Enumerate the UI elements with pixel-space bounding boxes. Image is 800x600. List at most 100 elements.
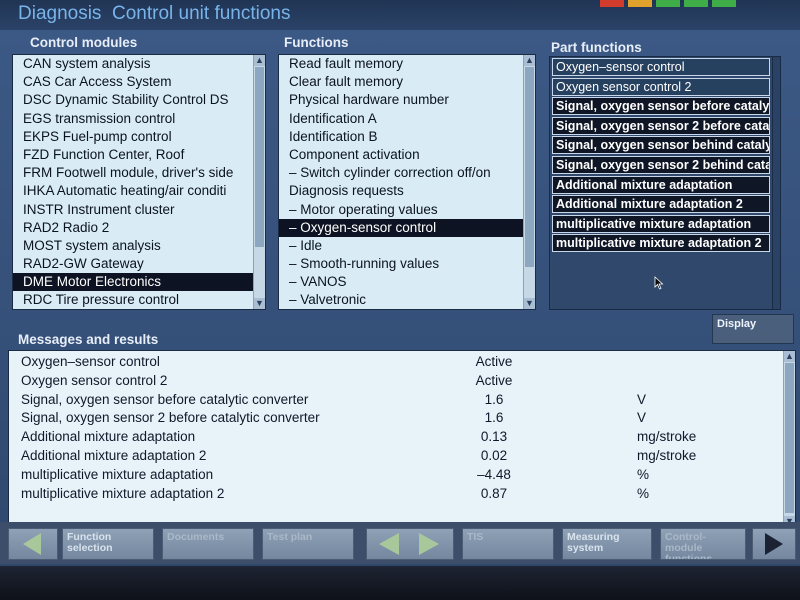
functions-list[interactable]: Read fault memory Clear fault memory Physi… [278,54,536,310]
list-item[interactable]: – Idle [279,237,523,255]
result-row: Signal, oxygen sensor 2 before catalytic… [9,408,779,427]
result-value: 0.87 [480,485,508,501]
forward-button[interactable] [752,528,796,560]
result-name: multiplicative mixture adaptation 2 [21,485,225,501]
screen-title: Diagnosis Control unit functions [18,3,291,25]
part-functions-items: Oxygen–sensor control Oxygen sensor contr… [550,57,772,309]
part-functions-label: Part functions [551,40,642,55]
list-item[interactable]: CAS Car Access System [13,73,253,91]
scroll-thumb[interactable] [525,67,534,267]
result-name: multiplicative mixture adaptation [21,466,214,482]
control-modules-label: Control modules [30,35,138,50]
list-item[interactable]: DME Motor Electronics [13,273,253,292]
result-row: Oxygen–sensor control Active [9,352,779,371]
arrow-right-icon [765,533,783,555]
display-button[interactable]: Display [712,314,794,344]
result-name: Additional mixture adaptation 2 [21,448,207,463]
page-navigation-button[interactable] [366,528,454,560]
status-light [628,0,652,7]
part-function-item[interactable]: Signal, oxygen sensor behind catalyt [552,136,770,155]
documents-button[interactable]: Documents [162,528,254,560]
list-item[interactable]: Physical hardware number [279,91,523,109]
part-functions-list[interactable]: Oxygen–sensor control Oxygen sensor contr… [549,56,781,310]
list-item[interactable]: RAD2 Radio 2 [13,219,253,237]
list-item[interactable]: Identification B [279,128,523,146]
result-unit: V [637,391,647,407]
status-light [656,0,680,7]
diagnosis-screen: Diagnosis Control unit functions Control… [0,0,800,600]
scroll-thumb[interactable] [785,363,794,513]
result-name: Oxygen–sensor control [21,354,160,369]
list-item[interactable]: CAN system analysis [13,55,253,73]
list-item[interactable]: Read fault memory [279,55,523,73]
scroll-thumb[interactable] [255,67,264,247]
list-item[interactable]: RDC Tire pressure control [13,291,253,309]
measuring-system-button[interactable]: Measuring system [562,528,652,560]
list-item[interactable]: FRM Footwell module, driver's side [13,164,253,182]
list-item[interactable]: – Smooth-running values [279,255,523,273]
control-modules-scrollbar[interactable]: ▲ ▼ [253,55,265,309]
functions-label: Functions [284,35,349,50]
results-scrollbar[interactable]: ▲ ▼ [783,351,795,527]
result-name: Additional mixture adaptation [21,429,196,445]
result-value: –4.48 [477,466,511,482]
title-section: Diagnosis [18,3,102,24]
result-row: Oxygen sensor control 2 Active [9,371,779,390]
part-function-item[interactable]: multiplicative mixture adaptation 2 [552,234,770,253]
result-unit: mg/stroke [637,429,697,445]
title-bar: Diagnosis Control unit functions [0,0,800,30]
result-row: multiplicative mixture adaptation –4.48% [9,465,779,484]
result-value: Active [475,372,513,388]
back-button[interactable] [8,528,58,560]
list-item[interactable]: IHKA Automatic heating/air conditi [13,182,253,200]
part-function-item[interactable]: Additional mixture adaptation 2 [552,195,770,214]
control-module-functions-button[interactable]: Control-module functions [660,528,746,560]
list-item[interactable]: – VANOS [279,273,523,291]
list-item[interactable]: Clear fault memory [279,73,523,91]
scroll-up-arrow-icon[interactable]: ▲ [254,55,265,66]
result-name: Oxygen sensor control 2 [21,372,168,388]
test-plan-button[interactable]: Test plan [262,528,354,560]
list-item[interactable]: Component activation [279,146,523,164]
result-value: Active [475,354,513,369]
scroll-up-arrow-icon[interactable]: ▲ [524,55,535,66]
part-function-item[interactable]: Oxygen–sensor control [552,58,770,76]
scroll-down-arrow-icon[interactable]: ▼ [524,298,535,309]
result-name: Signal, oxygen sensor before catalytic c… [21,391,309,407]
list-item[interactable]: INSTR Instrument cluster [13,201,253,219]
functions-scrollbar[interactable]: ▲ ▼ [523,55,535,309]
function-selection-button[interactable]: Function selection [62,528,154,560]
list-item[interactable]: EKPS Fuel-pump control [13,128,253,146]
part-function-item[interactable]: Additional mixture adaptation [552,175,770,194]
result-unit: mg/stroke [637,448,697,463]
list-item[interactable]: RAD2-GW Gateway [13,255,253,273]
scroll-up-arrow-icon[interactable]: ▲ [784,351,795,362]
list-item[interactable]: – Valvetronic [279,291,523,309]
part-functions-scrollbar[interactable] [772,57,780,309]
control-modules-list[interactable]: CAN system analysis CAS Car Access System… [12,54,266,310]
list-item[interactable]: – Motor operating values [279,201,523,219]
result-value: 0.02 [480,448,508,463]
status-light [712,0,736,7]
list-item[interactable]: EGS transmission control [13,110,253,128]
mouse-cursor-icon [654,276,664,290]
messages-results-panel: Oxygen–sensor control Active Oxygen sensor… [8,350,796,528]
list-item[interactable]: FZD Function Center, Roof [13,146,253,164]
list-item[interactable]: DSC Dynamic Stability Control DS [13,91,253,109]
result-row: multiplicative mixture adaptation 2 0.87% [9,484,779,503]
tis-button[interactable]: TIS [462,528,554,560]
list-item[interactable]: – Oxygen-sensor control [279,218,523,237]
list-item[interactable]: – Switch cylinder correction off/on [279,164,523,182]
list-item[interactable]: Identification A [279,110,523,128]
list-item[interactable]: Diagnosis requests [279,182,523,200]
part-function-item[interactable]: Signal, oxygen sensor 2 before catal [552,116,770,135]
scroll-down-arrow-icon[interactable]: ▼ [254,298,265,309]
part-function-item[interactable]: multiplicative mixture adaptation [552,214,770,233]
part-function-item[interactable]: Oxygen sensor control 2 [552,77,770,96]
arrow-right-icon [419,533,439,555]
part-function-item[interactable]: Signal, oxygen sensor 2 behind catal [552,155,770,174]
bottom-toolbar: Function selection Documents Test plan T… [0,522,800,564]
part-function-item[interactable]: Signal, oxygen sensor before catalyt [552,97,770,116]
list-item[interactable]: MOST system analysis [13,237,253,255]
status-light [684,0,708,7]
